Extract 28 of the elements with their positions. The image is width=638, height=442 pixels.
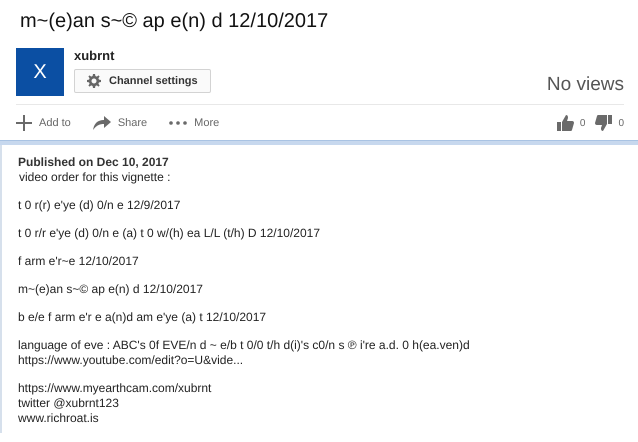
more-icon — [169, 121, 188, 125]
dislike-button[interactable]: 0 — [595, 115, 624, 131]
channel-avatar[interactable]: X — [16, 48, 64, 96]
more-button[interactable]: More — [169, 117, 220, 129]
add-button[interactable]: Add to — [16, 115, 71, 131]
description-line: language of eve : ABC's 0f EVE/n d ~ e/b t 0/0 t/h d(i)'s c0/n s ℗ i're a.d. 0 h(ea.ven)d — [18, 338, 471, 353]
thumbs-down-icon — [595, 115, 612, 131]
description-line: https://www.myearthcam.com/xubrnt — [18, 381, 212, 396]
view-count: No views — [546, 74, 624, 96]
settings-icon — [87, 74, 101, 88]
thumbs-up-icon — [556, 115, 574, 131]
share-button[interactable]: Share — [92, 116, 148, 130]
description-line: https://www.youtube.com/edit?o=U&vide... — [18, 353, 244, 368]
description-line: www.richroat.is — [18, 411, 100, 426]
description-line: b e/e f arm e'r e a(n)d am e'ye (a) t 12/10/2017 — [18, 310, 268, 325]
description-line: twitter @xubrnt123 — [18, 396, 120, 411]
publish-date: Published on Dec 10, 2017 — [18, 155, 170, 170]
channel-name[interactable]: xubrnt — [74, 48, 211, 63]
description-line: f arm e'r~e 12/10/2017 — [18, 254, 140, 269]
like-button[interactable]: 0 — [556, 115, 586, 131]
description-line: t 0 r(r) e'ye (d) 0/n e 12/9/2017 — [18, 198, 182, 213]
description-line: m~(e)an s~© ap e(n) d 12/10/2017 — [18, 282, 204, 297]
plus-icon — [16, 115, 32, 131]
channel-settings-button[interactable]: Channel settings — [74, 69, 211, 93]
share-arrow-icon — [92, 116, 111, 130]
description-line: video order for this vignette : — [19, 170, 172, 185]
description-line: t 0 r/r e'ye (d) 0/n e (a) t 0 w/(h) ea L/L (t/h) D 12/10/2017 — [18, 226, 321, 241]
video-title: m~(e)an s~© ap e(n) d 12/10/2017 — [20, 9, 330, 34]
